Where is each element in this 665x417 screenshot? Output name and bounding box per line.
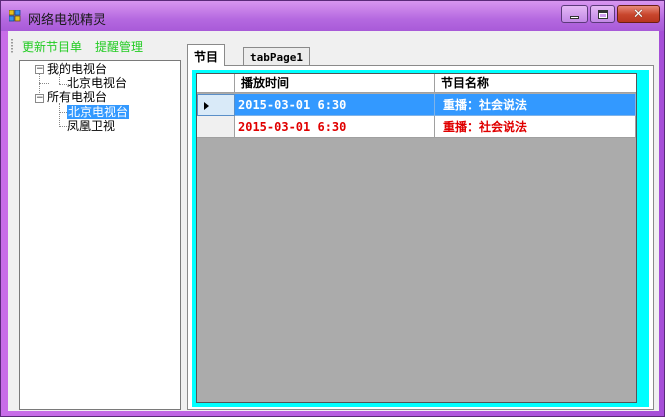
title-bar[interactable]: 网络电视精灵 ✕ [1, 1, 664, 31]
client-area: 更新节目单 提醒管理 − 我的电视台 北京电视台 − 所有电视台 北京电视台 凤… [8, 31, 659, 411]
tab-page1[interactable]: tabPage1 [243, 47, 310, 67]
tree-node-all-channels[interactable]: 所有电视台 [47, 90, 107, 104]
column-header-name[interactable]: 节目名称 [435, 74, 636, 93]
tree-node-label: 我的电视台 [47, 62, 108, 76]
program-tab-control: 节目 tabPage1 播放时间 节目名称 2015-03-01 6:30 重播… [187, 44, 654, 410]
app-icon [9, 10, 21, 22]
maximize-icon [597, 9, 608, 19]
cell-time[interactable]: 2015-03-01 6:30 [235, 94, 435, 116]
row-header-corner[interactable] [197, 74, 235, 93]
collapse-icon[interactable]: − [35, 94, 44, 103]
tree-node-label: 凤凰卫视 [67, 119, 116, 133]
tree-connector [39, 83, 49, 84]
tree-node-beijing-tv[interactable]: 北京电视台 [67, 76, 127, 90]
row-header[interactable] [197, 94, 235, 116]
program-grid[interactable]: 播放时间 节目名称 2015-03-01 6:30 重播：社会说法 2015-0… [196, 73, 637, 403]
column-header-time[interactable]: 播放时间 [235, 74, 435, 93]
tree-node-label: 北京电视台 [67, 105, 130, 119]
minimize-button[interactable] [561, 5, 588, 23]
current-row-pointer-icon [204, 102, 209, 110]
cell-name[interactable]: 重播：社会说法 [435, 94, 636, 116]
tree-node-phoenix-tv[interactable]: 凤凰卫视 [67, 119, 115, 133]
tree-connector [59, 103, 60, 127]
maximize-button[interactable] [590, 5, 615, 23]
menu-reminder-management[interactable]: 提醒管理 [95, 38, 143, 55]
table-row[interactable]: 2015-03-01 6:30 重播：社会说法 [197, 94, 636, 116]
close-button[interactable]: ✕ [617, 5, 660, 23]
tree-node-beijing-tv-selected[interactable]: 北京电视台 [67, 105, 130, 119]
window-title: 网络电视精灵 [28, 13, 107, 28]
grid-header: 播放时间 节目名称 [197, 74, 636, 93]
tree-node-label: 北京电视台 [67, 76, 128, 90]
close-icon: ✕ [633, 6, 644, 22]
menu-grip-icon[interactable] [11, 39, 13, 53]
tab-page-programs: 播放时间 节目名称 2015-03-01 6:30 重播：社会说法 2015-0… [187, 65, 654, 410]
cell-time[interactable]: 2015-03-01 6:30 [235, 116, 435, 138]
tab-programs[interactable]: 节目 [187, 44, 226, 66]
menu-update-schedule[interactable]: 更新节目单 [22, 38, 82, 55]
channel-tree[interactable]: − 我的电视台 北京电视台 − 所有电视台 北京电视台 凤凰卫视 [19, 60, 181, 410]
table-row[interactable]: 2015-03-01 6:30 重播：社会说法 [197, 116, 636, 138]
cell-name[interactable]: 重播：社会说法 [435, 116, 636, 138]
main-window: 网络电视精灵 ✕ 更新节目单 提醒管理 − 我的电视台 北京电视台 − 所有电视… [0, 0, 665, 417]
minimize-icon [570, 16, 579, 19]
row-header[interactable] [197, 116, 235, 138]
tree-node-label: 所有电视台 [47, 90, 108, 104]
tree-node-my-channels[interactable]: 我的电视台 [47, 62, 107, 76]
collapse-icon[interactable]: − [35, 65, 44, 74]
